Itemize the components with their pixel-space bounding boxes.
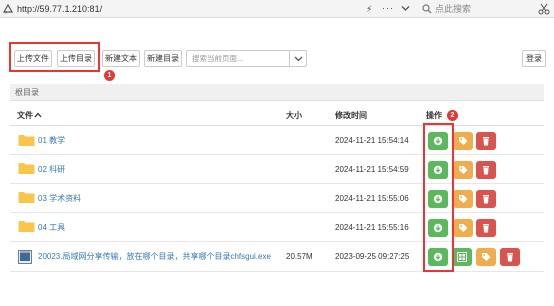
column-header-actions: 操作 — [426, 111, 442, 120]
trash-icon — [483, 137, 489, 146]
row-divider — [10, 271, 544, 272]
file-mtime: 2023-09-25 09:27:25 — [335, 252, 410, 261]
file-mtime: 2024-11-21 15:55:06 — [335, 194, 409, 203]
browser-address-bar: http://59.77.1.210:81/ ⚡ ··· 点此搜索 — [0, 0, 554, 18]
header-divider — [10, 125, 544, 126]
trash-icon — [483, 166, 489, 175]
delete-button[interactable] — [476, 161, 496, 179]
tag-icon — [459, 137, 468, 145]
folder-icon — [18, 221, 35, 232]
folder-icon — [18, 163, 35, 174]
file-name-link[interactable]: 03 学术资料 — [38, 194, 81, 204]
download-icon — [433, 252, 443, 262]
delete-button[interactable] — [476, 219, 496, 237]
qr-code-button[interactable] — [452, 248, 472, 266]
search-icon — [422, 4, 432, 14]
download-button[interactable] — [428, 132, 448, 150]
scissors-icon[interactable] — [538, 3, 550, 15]
rename-button[interactable] — [453, 219, 473, 237]
annotation-badge-2: 2 — [447, 110, 458, 121]
tag-icon — [459, 224, 468, 232]
download-icon — [433, 223, 443, 233]
trash-icon — [483, 195, 489, 204]
more-icon[interactable]: ··· — [382, 2, 394, 14]
column-header-name-label: 文件 — [17, 111, 33, 120]
tag-icon — [482, 253, 491, 261]
delete-button[interactable] — [500, 248, 520, 266]
rename-button[interactable] — [453, 161, 473, 179]
file-name-link[interactable]: 04 工具 — [38, 223, 65, 233]
chevron-down-icon — [294, 56, 303, 62]
upload-directory-button[interactable]: 上传目录 — [57, 50, 95, 67]
rename-button[interactable] — [476, 248, 496, 266]
file-mtime: 2024-11-21 15:55:16 — [335, 223, 409, 232]
bolt-icon[interactable]: ⚡ — [366, 3, 372, 15]
download-button[interactable] — [428, 190, 448, 208]
file-mtime: 2024-11-21 15:54:59 — [335, 165, 409, 174]
site-icon — [3, 4, 13, 14]
file-name-link[interactable]: 01 教学 — [38, 136, 65, 146]
file-mtime: 2024-11-21 15:54:14 — [335, 136, 409, 145]
download-button[interactable] — [428, 248, 448, 266]
delete-button[interactable] — [476, 132, 496, 150]
page-search-dropdown[interactable] — [289, 50, 307, 67]
row-divider — [10, 183, 544, 184]
column-header-size: 大小 — [286, 111, 302, 120]
download-icon — [433, 136, 443, 146]
trash-icon — [483, 224, 489, 233]
tag-icon — [459, 195, 468, 203]
login-button[interactable]: 登录 — [522, 50, 546, 67]
breadcrumb[interactable]: 根目录 — [10, 84, 544, 101]
tag-icon — [459, 166, 468, 174]
column-header-name[interactable]: 文件 — [17, 111, 42, 121]
delete-button[interactable] — [476, 190, 496, 208]
file-name-link[interactable]: 20023.局域网分享传输，放在哪个目录，共享哪个目录chfsgui.exe — [38, 252, 271, 262]
folder-icon — [18, 192, 35, 203]
browser-search-box[interactable]: 点此搜索 — [418, 2, 524, 16]
sort-up-icon[interactable] — [34, 112, 42, 118]
browser-search-placeholder: 点此搜索 — [435, 4, 472, 14]
chevron-down-icon[interactable] — [401, 5, 410, 12]
rename-button[interactable] — [453, 190, 473, 208]
qr-code-icon — [457, 252, 467, 262]
row-divider — [10, 154, 544, 155]
new-text-button[interactable]: 新建文本 — [102, 50, 140, 67]
download-icon — [433, 194, 443, 204]
rename-button[interactable] — [453, 132, 473, 150]
file-size: 20.57M — [286, 252, 313, 261]
download-button[interactable] — [428, 161, 448, 179]
url-text[interactable]: http://59.77.1.210:81/ — [17, 3, 102, 15]
column-header-mtime: 修改时间 — [335, 111, 367, 120]
row-divider — [10, 241, 544, 242]
upload-file-button[interactable]: 上传文件 — [14, 50, 52, 67]
folder-icon — [18, 135, 35, 146]
new-directory-button[interactable]: 新建目录 — [144, 50, 182, 67]
application-icon — [18, 250, 32, 264]
annotation-badge-1: 1 — [104, 70, 115, 81]
file-name-link[interactable]: 02 科研 — [38, 165, 65, 175]
download-icon — [433, 165, 443, 175]
row-divider — [10, 212, 544, 213]
trash-icon — [507, 253, 513, 262]
download-button[interactable] — [428, 219, 448, 237]
page-search-input[interactable]: 搜索当前页面... — [186, 50, 289, 67]
